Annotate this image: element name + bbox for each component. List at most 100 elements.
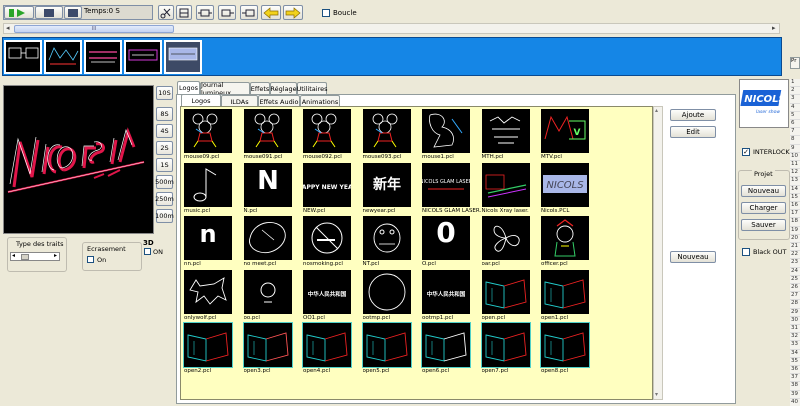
logo-thumbnail[interactable]: mouse1.pcl bbox=[422, 109, 482, 162]
logo-thumbnail[interactable]: open4.pcl bbox=[302, 322, 363, 376]
scroll-down-icon[interactable]: ▾ bbox=[655, 391, 658, 398]
blackout-checkbox[interactable] bbox=[742, 248, 750, 256]
logo-thumbnail[interactable]: n nn.pcl bbox=[184, 216, 244, 269]
scroll-up-icon[interactable]: ▴ bbox=[655, 107, 658, 114]
three-d-checkbox[interactable] bbox=[144, 248, 151, 255]
logo-thumbnail[interactable]: mouse092.pcl bbox=[303, 109, 363, 162]
slider-thumb[interactable] bbox=[21, 254, 29, 260]
projet-nouveau-button[interactable]: Nouveau bbox=[741, 185, 786, 197]
scroll-right-icon[interactable]: ▸ bbox=[772, 24, 776, 32]
interlock-checkbox[interactable]: ✓ bbox=[742, 148, 750, 156]
thumbnail-image[interactable] bbox=[242, 322, 293, 368]
logo-thumbnail[interactable]: open3.pcl bbox=[242, 322, 304, 376]
tab-logos[interactable]: Logos bbox=[177, 81, 200, 94]
timeline-scrollbar[interactable]: ◂ III ▸ bbox=[3, 23, 780, 34]
speed-10s-button[interactable]: 10S bbox=[156, 86, 173, 100]
tab-utilitaires[interactable]: Utilitaires bbox=[297, 82, 328, 94]
logo-thumbnail[interactable]: ootmp.pcl bbox=[362, 269, 423, 323]
thumbnail-image[interactable]: 中华人民共和国 bbox=[422, 269, 470, 314]
thumbnail-image[interactable]: N bbox=[243, 162, 292, 207]
trait-type-slider[interactable]: ◂ ▸ bbox=[10, 252, 60, 261]
logo-thumbnail[interactable]: open6.pcl bbox=[421, 322, 482, 376]
scroll-thumb[interactable]: III bbox=[14, 25, 174, 33]
thumbnail-image[interactable] bbox=[361, 322, 412, 368]
tab-effets[interactable]: Effets bbox=[250, 82, 270, 94]
logo-thumbnail[interactable]: mouse093.pcl bbox=[362, 109, 423, 162]
thumbnail-image[interactable] bbox=[184, 269, 232, 314]
frame-center-button[interactable] bbox=[196, 5, 214, 20]
logo-thumbnail[interactable]: mouse09.pcl bbox=[184, 109, 244, 162]
arrow-left-button[interactable] bbox=[261, 5, 281, 20]
logo-thumbnail[interactable]: mouse091.pcl bbox=[243, 109, 304, 162]
logo-thumbnail[interactable]: V MTV.pcl bbox=[541, 109, 601, 162]
arrow-right-button[interactable] bbox=[283, 5, 303, 20]
logo-thumbnail[interactable]: 0 O.pcl bbox=[422, 216, 482, 269]
slider-right-icon[interactable]: ▸ bbox=[54, 252, 57, 259]
logo-thumbnail[interactable]: nosmoking.pcl bbox=[303, 216, 363, 269]
speed-500m-button[interactable]: 500m bbox=[155, 175, 174, 189]
speed-1s-button[interactable]: 1S bbox=[156, 158, 173, 172]
speed-250m-button[interactable]: 250m bbox=[155, 192, 174, 206]
tab-reglage[interactable]: Réglage bbox=[270, 82, 297, 94]
pause-button[interactable] bbox=[35, 6, 63, 19]
thumbnail-image[interactable] bbox=[243, 269, 292, 314]
logo-thumbnail[interactable]: open8.pcl bbox=[540, 322, 601, 376]
grid-scrollbar[interactable]: ▴ ▾ bbox=[653, 106, 663, 400]
thumbnail-image[interactable]: NICOLS bbox=[541, 162, 589, 207]
speed-100m-button[interactable]: 100m bbox=[155, 209, 174, 223]
thumbnail-image[interactable] bbox=[541, 269, 589, 314]
logo-thumbnail[interactable]: NICOLS Nicols.PCL bbox=[541, 162, 601, 216]
logo-thumbnail[interactable]: 新年 newyear.pcl bbox=[362, 162, 423, 216]
thumbnail-image[interactable] bbox=[481, 162, 530, 207]
thumbnail-image[interactable] bbox=[183, 322, 233, 368]
stop-button[interactable] bbox=[64, 6, 82, 19]
play-button[interactable] bbox=[4, 6, 34, 19]
thumbnail-image[interactable] bbox=[303, 216, 351, 260]
timeline-frame-5[interactable] bbox=[164, 40, 202, 74]
scissors-button[interactable] bbox=[158, 5, 174, 20]
thumbnail-image[interactable]: n bbox=[184, 216, 232, 260]
logo-thumbnail[interactable]: N N.pcl bbox=[243, 162, 304, 216]
logo-thumbnail[interactable]: MTH.pcl bbox=[481, 109, 542, 162]
frame-right-button[interactable] bbox=[218, 5, 236, 20]
logo-thumbnail[interactable]: 中华人民共和国 OO1.pcl bbox=[303, 269, 363, 323]
edit-button[interactable]: Edit bbox=[670, 126, 716, 138]
frame-left-button[interactable] bbox=[240, 5, 258, 20]
timeline-frame-3[interactable] bbox=[84, 40, 122, 74]
thumbnail-image[interactable]: 新年 bbox=[362, 162, 411, 207]
thumbnail-image[interactable] bbox=[422, 109, 470, 153]
thumbnail-image[interactable] bbox=[362, 109, 411, 153]
logo-thumbnail[interactable]: open2.pcl bbox=[183, 322, 244, 376]
slider-left-icon[interactable]: ◂ bbox=[12, 252, 15, 259]
tab-journal-lumineux[interactable]: Journal lumineux bbox=[200, 81, 250, 97]
far-right-tab[interactable]: Pr bbox=[790, 57, 800, 69]
logo-thumbnail[interactable]: officer.pcl bbox=[541, 216, 601, 269]
logo-thumbnail[interactable]: open5.pcl bbox=[361, 322, 423, 376]
logo-thumbnail[interactable]: open1.pcl bbox=[541, 269, 601, 323]
thumbnail-image[interactable] bbox=[243, 216, 292, 260]
projet-sauver-button[interactable]: Sauver bbox=[741, 219, 786, 231]
thumbnail-image[interactable] bbox=[184, 109, 232, 153]
logo-thumbnail[interactable]: HAPPY NEW YEAR NEW.pcl bbox=[303, 162, 363, 216]
insert-frame-button[interactable] bbox=[176, 5, 192, 20]
logo-thumbnail[interactable]: open7.pcl bbox=[480, 322, 542, 376]
thumbnail-image[interactable]: 中华人民共和国 bbox=[303, 269, 351, 314]
timeline-frame-4[interactable] bbox=[124, 40, 162, 74]
logo-thumbnail[interactable]: NT.pcl bbox=[362, 216, 423, 269]
thumbnail-image[interactable] bbox=[421, 322, 471, 368]
thumbnail-image[interactable] bbox=[480, 322, 531, 368]
scroll-left-icon[interactable]: ◂ bbox=[6, 24, 10, 32]
logo-thumbnail[interactable]: no meet.pcl bbox=[243, 216, 304, 269]
speed-8s-button[interactable]: 8S bbox=[156, 107, 173, 121]
speed-2s-button[interactable]: 2S bbox=[156, 141, 173, 155]
thumbnail-image[interactable] bbox=[540, 322, 590, 368]
logo-thumbnail[interactable]: onlywolf.pcl bbox=[184, 269, 244, 323]
logo-thumbnail[interactable]: NICOLS GLAM LASER NICOLS GLAM LASER. bbox=[422, 162, 482, 216]
thumbnail-image[interactable] bbox=[362, 216, 411, 260]
logo-thumbnail[interactable]: oar.pcl bbox=[481, 216, 542, 269]
thumbnail-image[interactable] bbox=[481, 216, 530, 260]
speed-4s-button[interactable]: 4S bbox=[156, 124, 173, 138]
logo-thumbnail[interactable]: music.pcl bbox=[184, 162, 244, 216]
thumbnail-image[interactable] bbox=[481, 109, 530, 153]
thumbnail-image[interactable] bbox=[541, 216, 589, 260]
